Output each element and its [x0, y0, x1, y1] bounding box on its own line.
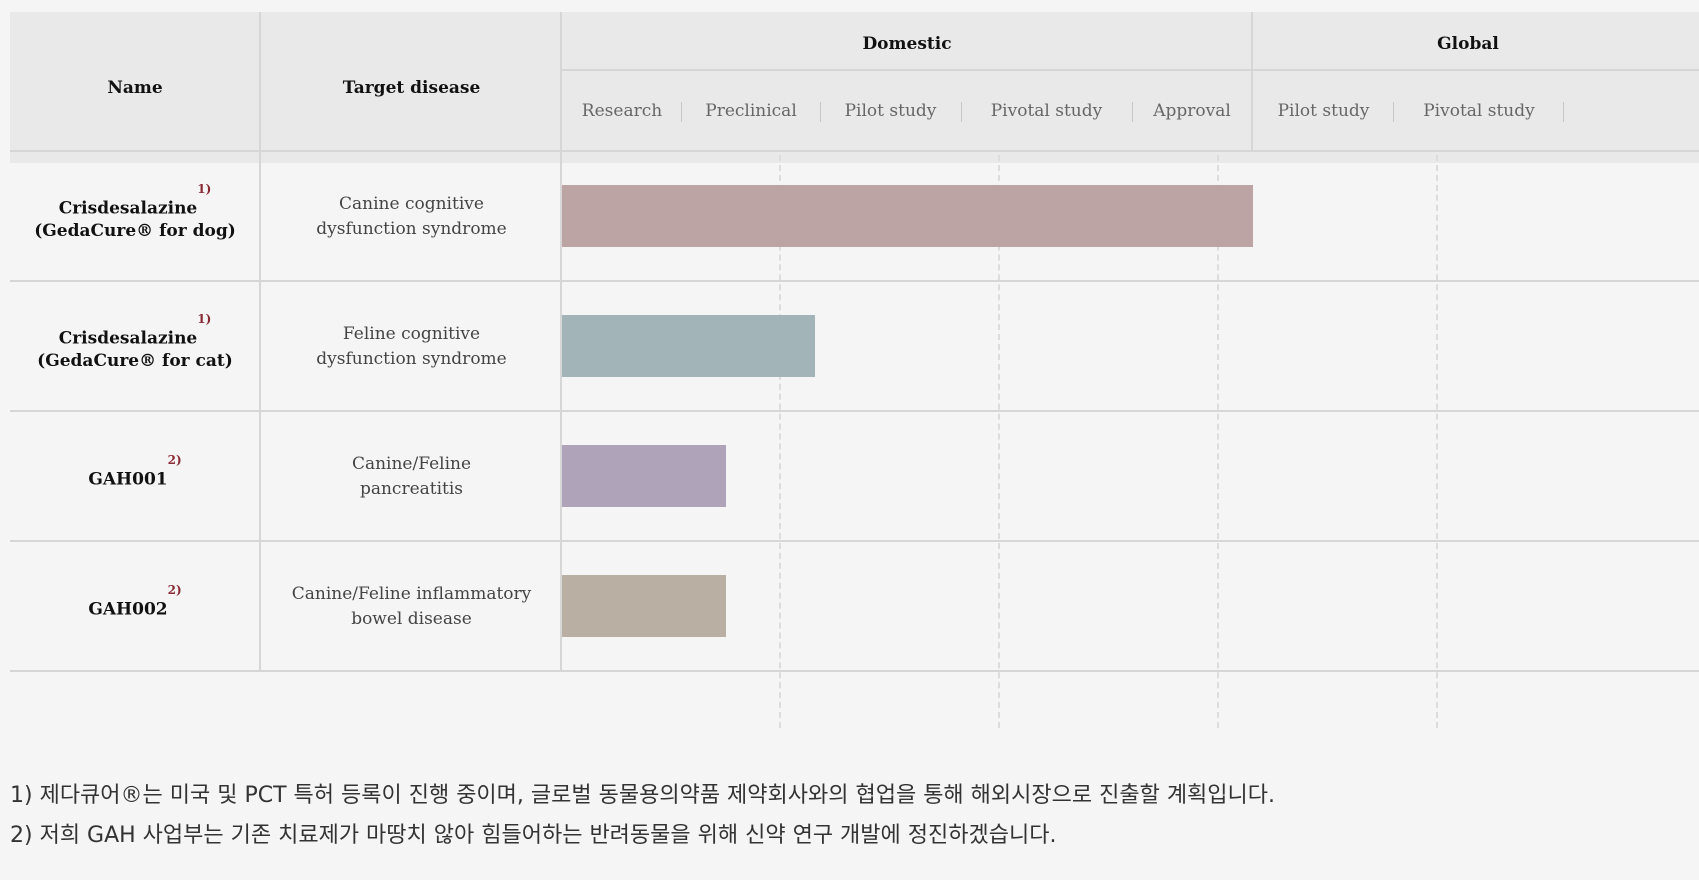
footnote-marker: 2)	[167, 583, 182, 598]
divider	[1251, 12, 1253, 151]
progress-bar-row-3	[562, 445, 726, 507]
row-2-name: Crisdesalazine1) (GedaCure® for cat)	[10, 282, 260, 412]
divider	[562, 69, 1699, 71]
phase-research: Research	[581, 101, 663, 121]
row-3-disease-line1: Canine/Feline	[351, 454, 472, 474]
phase-approval: Approval	[1153, 101, 1231, 121]
divider	[10, 150, 1699, 152]
grid-line	[1436, 155, 1438, 728]
divider	[10, 670, 1699, 672]
row-2-name-sub: (GedaCure® for cat)	[37, 350, 233, 371]
divider	[10, 410, 1699, 412]
phase-global-pilot-study: Pilot study	[1277, 101, 1370, 121]
phase-separator	[1563, 102, 1564, 122]
row-3-disease: Canine/Feline pancreatitis	[261, 412, 562, 542]
header-name: Name	[10, 12, 260, 163]
pipeline-table: Name Target disease Domestic Global Rese…	[10, 12, 1699, 728]
row-3-name: GAH0012)	[10, 412, 260, 542]
divider	[259, 12, 261, 672]
row-4-disease: Canine/Feline inflammatory bowel disease	[261, 542, 562, 672]
header-global-label: Global	[1437, 34, 1499, 54]
header-name-label: Name	[107, 77, 163, 98]
row-4-name: GAH0022)	[10, 542, 260, 672]
row-1-disease-line2: dysfunction syndrome	[316, 219, 507, 239]
footnote-marker: 1)	[197, 312, 212, 327]
progress-bar-row-2	[562, 315, 815, 377]
footnote-marker: 2)	[167, 453, 182, 468]
phase-pilot-study: Pilot study	[844, 101, 937, 121]
footnotes: 1) 제다큐어®는 미국 및 PCT 특허 등록이 진행 중이며, 글로벌 동물…	[10, 776, 1690, 856]
progress-bar-row-1	[562, 185, 1253, 247]
progress-bar-row-4	[562, 575, 726, 637]
header-global: Global	[1252, 12, 1684, 76]
row-1-name-sub: (GedaCure® for dog)	[34, 220, 236, 241]
row-1-name: Crisdesalazine1) (GedaCure® for dog)	[10, 152, 260, 282]
header-target: Target disease	[261, 12, 562, 163]
phase-pivotal-study: Pivotal study	[990, 101, 1103, 121]
row-4-disease-line1: Canine/Feline inflammatory	[291, 584, 532, 604]
row-2-name-text: Crisdesalazine	[58, 328, 198, 349]
header-domestic: Domestic	[562, 12, 1252, 76]
phase-preclinical: Preclinical	[705, 101, 797, 121]
divider	[10, 280, 1699, 282]
row-1-name-text: Crisdesalazine	[58, 198, 198, 219]
footnote-marker: 1)	[197, 182, 212, 197]
row-1-disease: Canine cognitive dysfunction syndrome	[261, 152, 562, 282]
divider	[560, 12, 562, 672]
row-1-disease-line1: Canine cognitive	[339, 194, 484, 214]
row-2-disease: Feline cognitive dysfunction syndrome	[261, 282, 562, 412]
row-4-disease-line2: bowel disease	[351, 609, 472, 629]
divider	[10, 540, 1699, 542]
header-domestic-label: Domestic	[862, 34, 952, 54]
footnote-2: 2) 저희 GAH 사업부는 기존 치료제가 마땅치 않아 힘들어하는 반려동물…	[10, 823, 1057, 848]
row-4-name-text: GAH002	[88, 599, 168, 620]
header-target-label: Target disease	[342, 77, 481, 98]
row-3-disease-line2: pancreatitis	[359, 479, 464, 499]
row-2-disease-line1: Feline cognitive	[342, 324, 481, 344]
row-3-name-text: GAH001	[88, 469, 168, 490]
footnote-1: 1) 제다큐어®는 미국 및 PCT 특허 등록이 진행 중이며, 글로벌 동물…	[10, 783, 1276, 808]
phase-global-pivotal-study: Pivotal study	[1423, 101, 1535, 121]
row-2-disease-line2: dysfunction syndrome	[316, 349, 507, 369]
